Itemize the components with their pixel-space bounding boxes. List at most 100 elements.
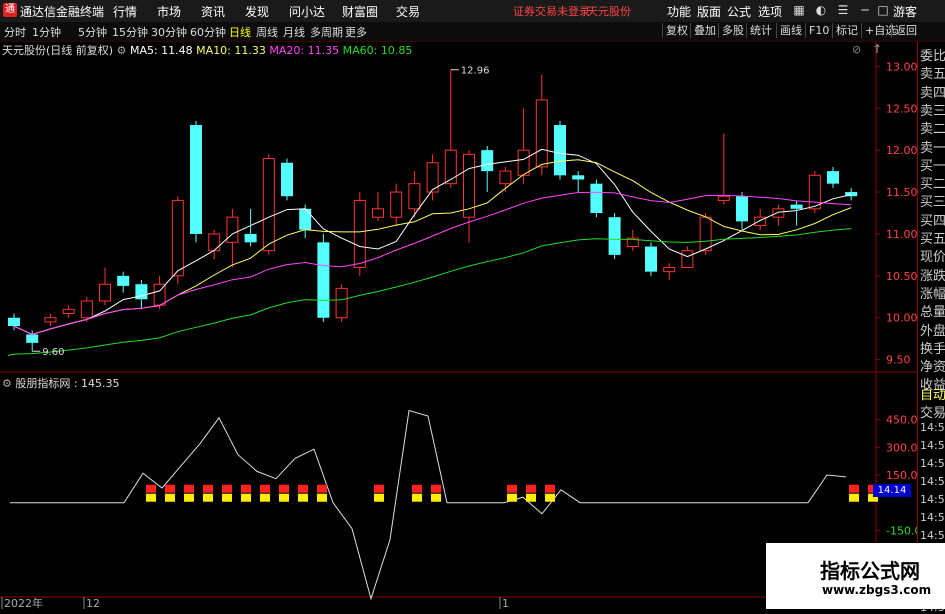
signal-yellow-block (146, 493, 156, 502)
signal-yellow-block (165, 493, 175, 502)
candle-body-down (608, 217, 621, 255)
signal-yellow-block (545, 493, 555, 502)
candle-body-up (808, 174, 821, 210)
signal-red-block (317, 484, 327, 493)
price-tick-label: 10.00 (886, 312, 918, 325)
tick-time: 14:56 (920, 511, 945, 524)
price-tick-label: 10.50 (886, 270, 918, 283)
signal-red-block (260, 484, 270, 493)
indicator-tick-label: 450.0 (886, 414, 918, 427)
candle-body-up (335, 287, 348, 319)
tick-time: 14:56 (920, 439, 945, 452)
signal-yellow-block (279, 493, 289, 502)
quote-label: 涨幅 (920, 286, 945, 302)
signal-red-block (431, 484, 441, 493)
candle-body-down (554, 125, 566, 176)
price-tick-label: 11.00 (886, 228, 918, 241)
signal-red-block (849, 484, 859, 493)
watermark-url: www.zbgs3.com (822, 583, 932, 597)
quote-label: 净资 (920, 360, 945, 376)
signal-yellow-block (849, 493, 859, 502)
candle-body-up (226, 216, 239, 243)
indicator-title: 股朋指标网 : 145.35 (15, 377, 120, 390)
signal-red-block (241, 484, 251, 493)
trade-tab[interactable]: 交易 (920, 402, 945, 421)
ma60-line (7, 228, 852, 356)
quote-label: 买四 (920, 213, 945, 229)
signal-yellow-block (203, 493, 213, 502)
signal-red-block (279, 484, 289, 493)
candle-body-down (281, 162, 293, 197)
signal-red-block (146, 484, 156, 493)
signal-red-block (507, 484, 517, 493)
candle-body-down (481, 150, 494, 172)
candle-body-down (317, 242, 330, 318)
quote-label: 涨跌 (920, 268, 945, 284)
candle-body-down (827, 171, 839, 184)
price-tick-label: 9.50 (886, 354, 911, 367)
price-tick-label: 11.50 (886, 186, 918, 199)
low-annotation: 9.60 (42, 347, 64, 358)
quote-label: 买三 (920, 195, 945, 211)
signal-red-block (203, 484, 213, 493)
signal-yellow-block (431, 493, 441, 502)
candle-body-up (262, 158, 275, 252)
candle-body-down (190, 125, 202, 234)
candle-body-up (208, 233, 221, 252)
indicator-info-line: ⚙ 股朋指标网 : 145.35 (2, 375, 120, 391)
candle-body-up (444, 149, 457, 185)
signal-red-block (165, 484, 175, 493)
price-tick-label: 13.00 (886, 60, 918, 73)
quote-label: 卖五 (920, 67, 945, 83)
quote-label: 买二 (920, 177, 945, 193)
quote-label: 现价 (920, 250, 945, 266)
candle-body-down (590, 183, 603, 213)
signal-yellow-block (412, 493, 422, 502)
candle-body-up (535, 99, 548, 168)
quote-label: 委比 (920, 49, 945, 64)
candle-body-up (353, 199, 366, 268)
signal-yellow-block (317, 493, 327, 502)
candle-body-up (499, 170, 512, 185)
date-label: 12 (86, 597, 100, 609)
kline-chart[interactable]: 12.96 9.60 13.00 12.50 12.00 11.50 11.00 10.50… (0, 0, 945, 609)
quote-label: 卖四 (920, 85, 945, 101)
candle-body-up (772, 208, 785, 218)
candle-body-up (80, 300, 93, 319)
candle-body-down (790, 204, 803, 209)
candle-body-down (736, 196, 748, 222)
signal-red-block (298, 484, 308, 493)
quote-label: 换手 (920, 341, 945, 357)
candle-body-down (572, 175, 585, 180)
tick-time: 14:56 (920, 475, 945, 488)
candle-body-up (517, 149, 530, 176)
quote-label: 买一 (920, 158, 945, 174)
candle-body-up (171, 199, 184, 277)
signal-yellow-block (298, 493, 308, 502)
candle-body-down (299, 208, 312, 230)
high-annotation: 12.96 (461, 66, 490, 77)
tick-time: 14:56 (920, 529, 945, 542)
price-tick-label: 12.50 (886, 102, 918, 115)
candle-body-up (408, 183, 421, 210)
quote-label: 卖一 (920, 140, 945, 156)
candle-body-up (699, 216, 712, 252)
indicator-line (10, 409, 847, 601)
date-label: 2022年 (4, 596, 43, 609)
quote-label: 外盘 (920, 323, 945, 339)
tick-time: 14:56 (920, 493, 945, 506)
candle-body-down (26, 334, 39, 343)
candle-body-down (117, 275, 130, 286)
quote-label: 总量 (920, 305, 945, 321)
signal-yellow-block (222, 493, 232, 502)
quote-label: 买五 (920, 232, 945, 247)
quote-label: 卖二 (920, 122, 945, 138)
signal-red-block (412, 484, 422, 493)
tick-time: 14:56 (920, 421, 945, 434)
indicator-settings-icon[interactable]: ⚙ (2, 377, 15, 390)
candle-body-up (62, 308, 75, 315)
price-tick-label: 12.00 (886, 144, 918, 157)
candle-body-up (390, 191, 403, 218)
auto-tab[interactable]: 自动 (920, 384, 945, 403)
signal-red-block (374, 484, 384, 493)
